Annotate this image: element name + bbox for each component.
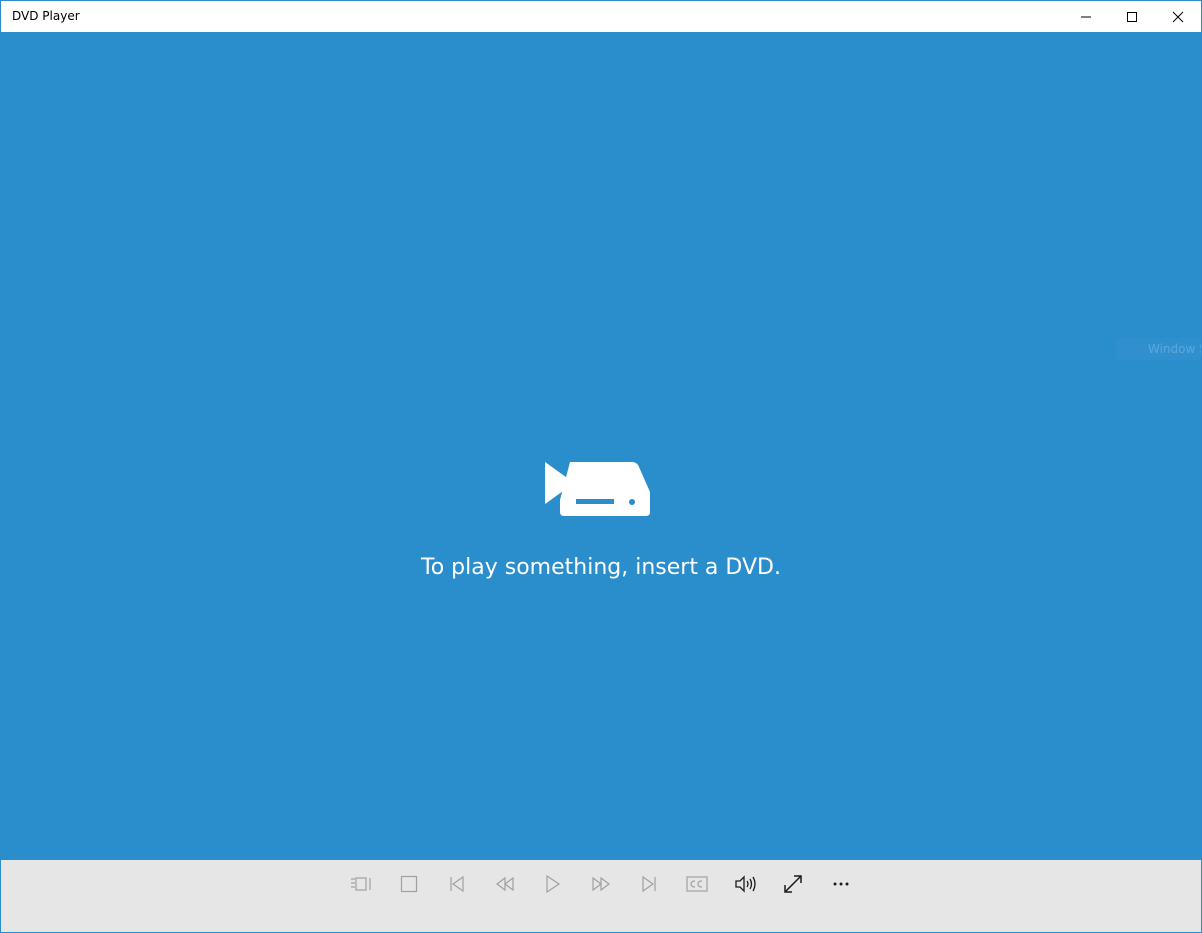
maximize-button[interactable] xyxy=(1109,1,1155,32)
minimize-button[interactable] xyxy=(1063,1,1109,32)
volume-icon xyxy=(735,875,756,893)
video-area[interactable]: Window S To play something, insert a DVD… xyxy=(1,32,1201,860)
play-icon xyxy=(546,875,561,893)
minimize-icon xyxy=(1081,16,1091,17)
chapters-button[interactable] xyxy=(341,872,381,896)
previous-button[interactable] xyxy=(437,872,477,896)
next-icon xyxy=(642,875,656,893)
closed-captions-icon xyxy=(686,876,708,892)
app-window: DVD Player Window S To play something, i… xyxy=(0,0,1202,933)
chapters-icon xyxy=(351,877,371,891)
fast-forward-button[interactable] xyxy=(581,872,621,896)
window-title: DVD Player xyxy=(12,9,80,23)
full-screen-icon xyxy=(784,875,802,893)
closed-captions-button[interactable] xyxy=(677,872,717,896)
next-button[interactable] xyxy=(629,872,669,896)
close-icon xyxy=(1172,11,1184,22)
volume-button[interactable] xyxy=(725,872,765,896)
insert-dvd-message: To play something, insert a DVD. xyxy=(421,555,781,580)
stop-button[interactable] xyxy=(389,872,429,896)
stop-icon xyxy=(400,875,418,893)
rewind-icon xyxy=(496,876,514,892)
more-options-icon xyxy=(833,882,849,886)
more-options-button[interactable] xyxy=(821,872,861,896)
full-screen-button[interactable] xyxy=(773,872,813,896)
maximize-icon xyxy=(1127,11,1137,22)
play-button[interactable] xyxy=(533,872,573,896)
rewind-button[interactable] xyxy=(485,872,525,896)
transport-controls xyxy=(1,860,1201,932)
close-button[interactable] xyxy=(1155,1,1201,32)
fast-forward-icon xyxy=(592,876,610,892)
side-hint: Window S xyxy=(1116,338,1201,360)
title-bar[interactable]: DVD Player xyxy=(1,1,1201,32)
dvd-drive-icon xyxy=(545,462,650,516)
previous-icon xyxy=(450,875,464,893)
